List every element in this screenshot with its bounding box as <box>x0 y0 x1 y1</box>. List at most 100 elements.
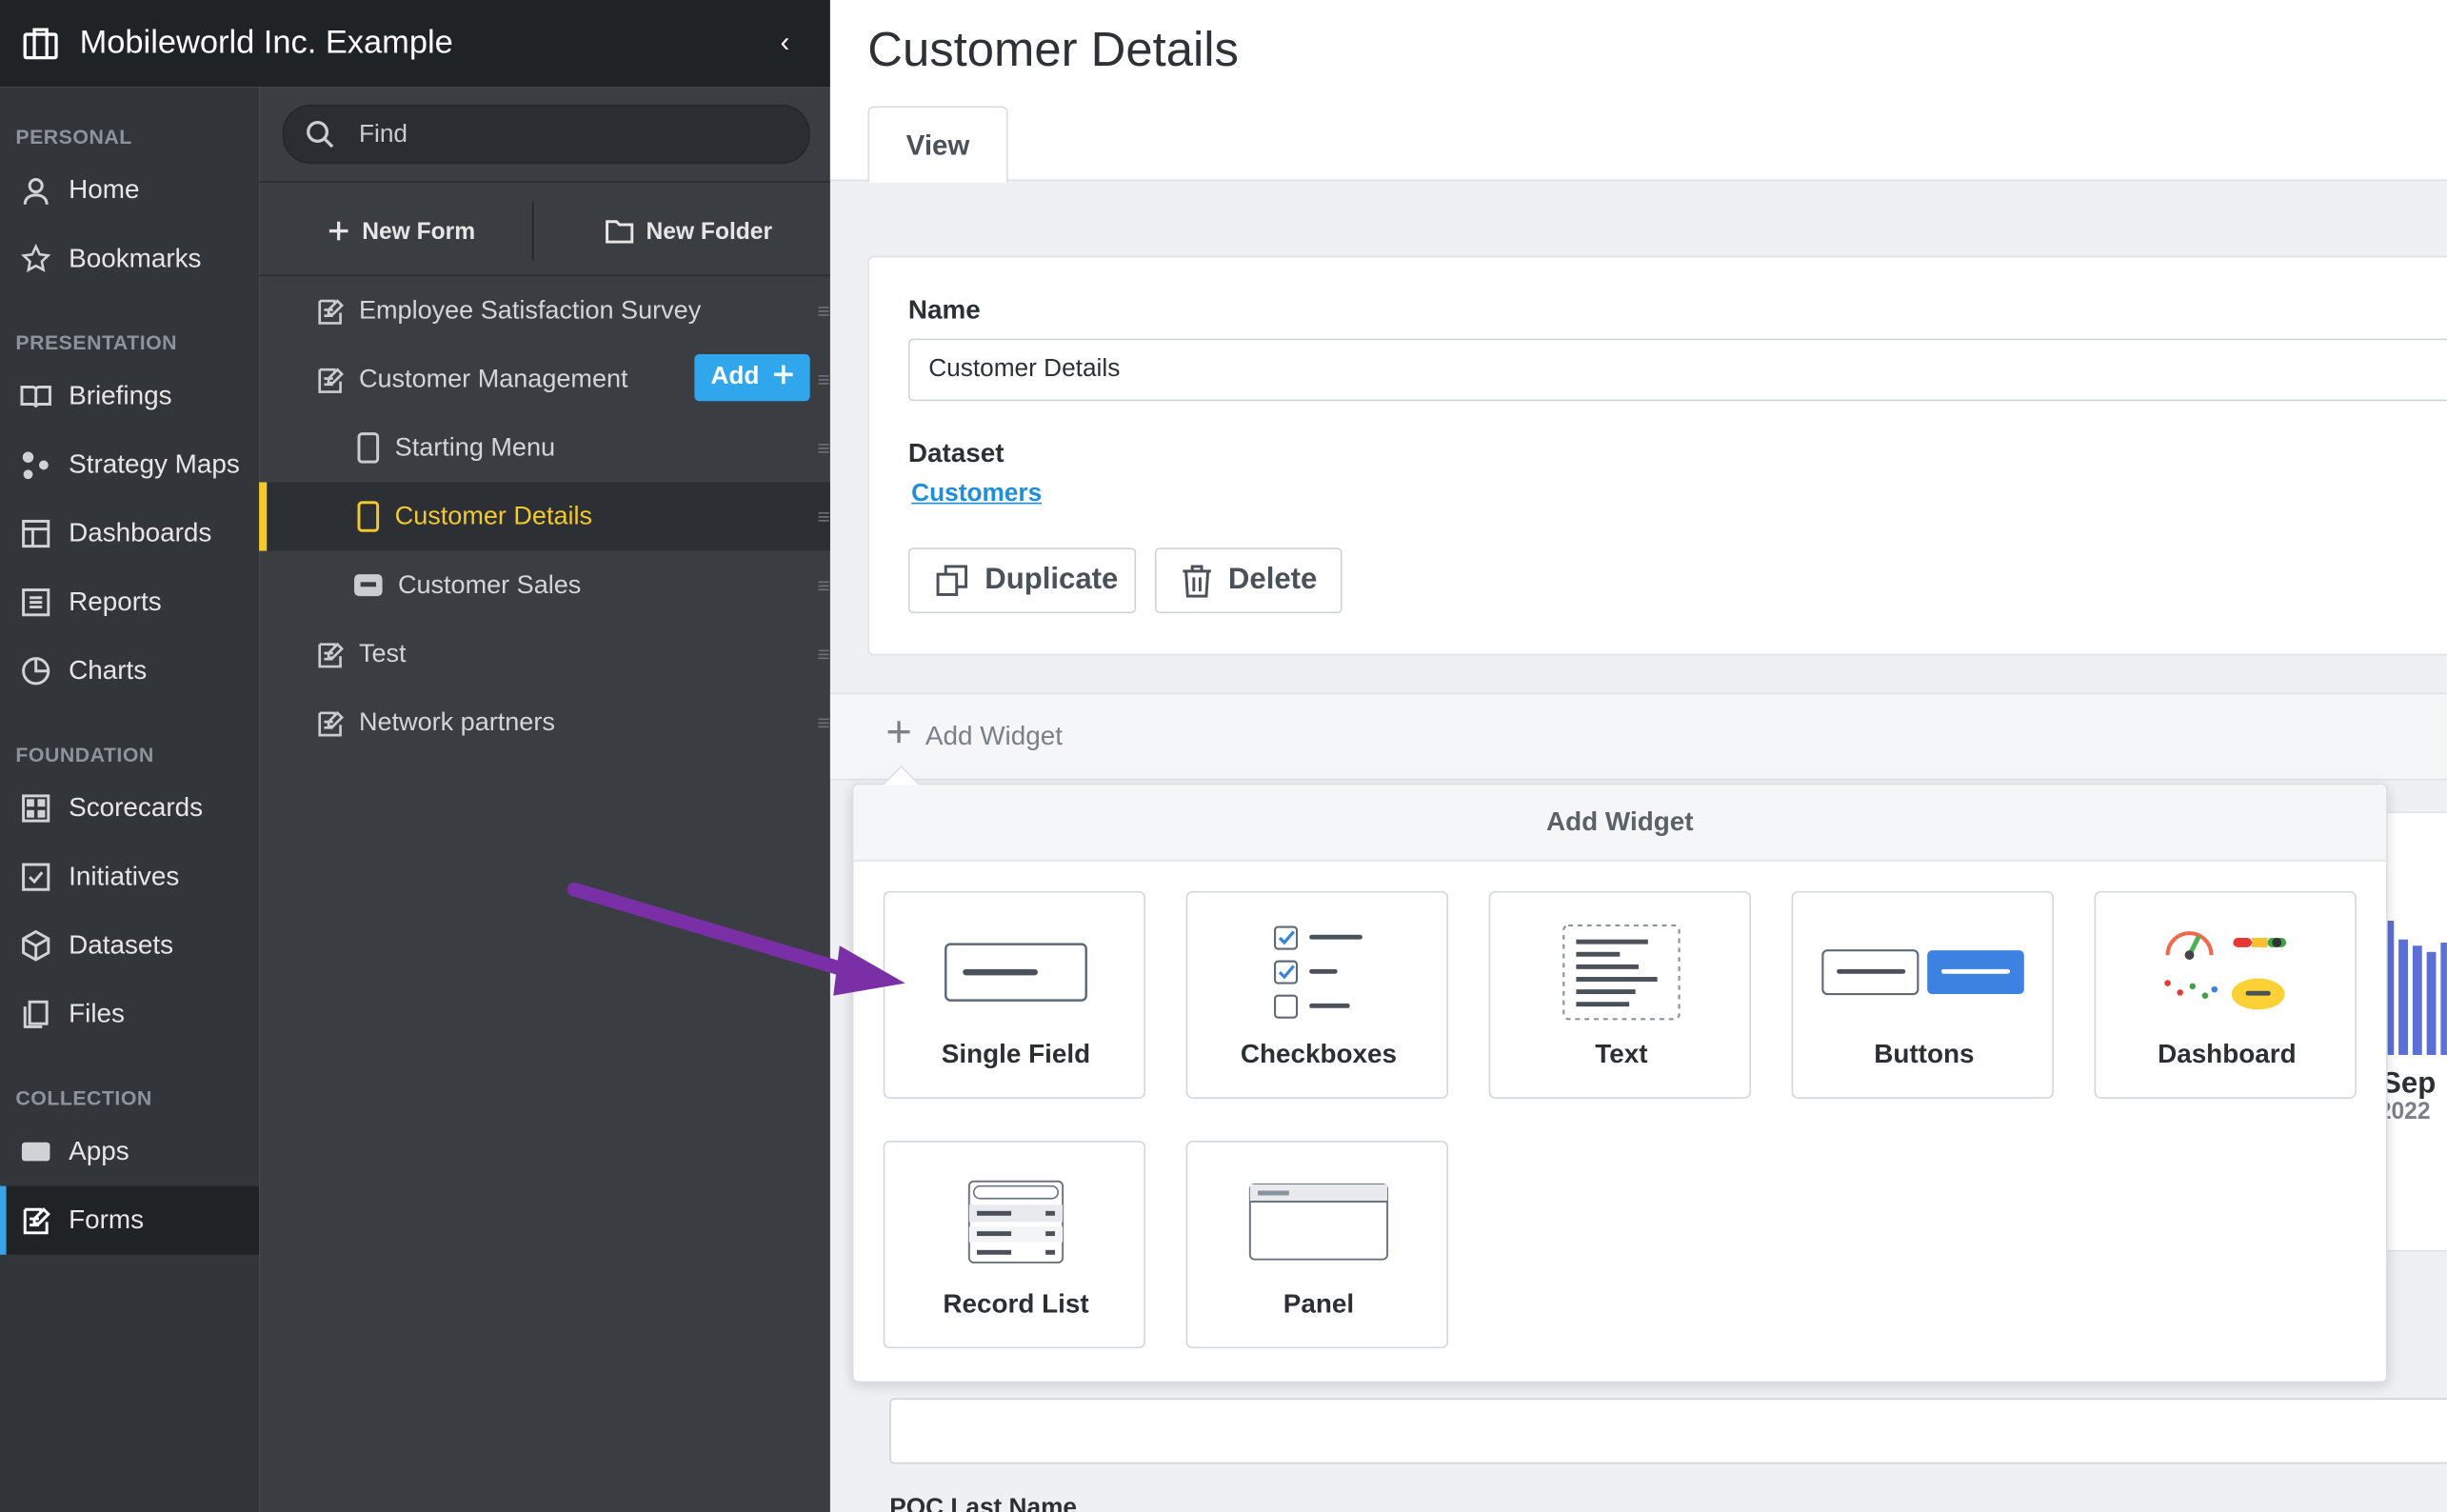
nav-item-briefings[interactable]: Briefings <box>0 362 259 430</box>
nav-label: Files <box>69 998 125 1029</box>
nav-item-apps[interactable]: Apps <box>0 1118 259 1186</box>
tab-view[interactable]: View <box>867 106 1008 183</box>
new-form-button[interactable]: New Form <box>328 212 475 249</box>
nav-item-home[interactable]: Home <box>0 156 259 225</box>
drag-handle-icon[interactable]: ≡ <box>818 435 830 460</box>
name-field[interactable] <box>907 338 2447 402</box>
book-icon <box>19 379 53 413</box>
widget-panel[interactable]: Panel <box>1185 1141 1448 1349</box>
dashboard-icon <box>2096 921 2357 1024</box>
page-header: Customer Details View <box>829 0 2447 183</box>
tree-item-label: Customer Sales <box>397 570 582 599</box>
nav-label: Briefings <box>69 380 172 411</box>
new-folder-label: New Folder <box>646 217 773 245</box>
tree-item-test[interactable]: Test ≡ <box>259 620 830 688</box>
report-icon <box>19 586 53 620</box>
tree-item-network-partners[interactable]: Network partners ≡ <box>259 688 830 757</box>
annotation-arrow-icon <box>567 882 905 996</box>
tree-item-label: Starting Menu <box>394 432 556 462</box>
nav-item-strategy-maps[interactable]: Strategy Maps <box>0 430 259 499</box>
nav-item-bookmarks[interactable]: Bookmarks <box>0 225 259 293</box>
nav-label: Home <box>69 174 140 205</box>
top-bar: Mobileworld Inc. Example ‹ <box>0 0 830 88</box>
nav-item-reports[interactable]: Reports <box>0 568 259 637</box>
search-box[interactable] <box>282 104 810 165</box>
nav-label: Apps <box>69 1136 129 1166</box>
checkboxes-icon <box>1187 921 1449 1024</box>
duplicate-label: Duplicate <box>985 563 1119 597</box>
collapse-chevron-icon[interactable]: ‹ <box>781 27 790 59</box>
add-widget-button[interactable]: Add Widget <box>886 720 1063 752</box>
tree-item-customer-sales[interactable]: Customer Sales ≡ <box>259 551 830 620</box>
record-list-icon <box>885 1170 1146 1273</box>
nav-section-personal: PERSONAL <box>15 125 132 149</box>
folder-icon <box>606 218 634 244</box>
form-icon <box>315 296 345 326</box>
drag-handle-icon[interactable]: ≡ <box>818 642 830 666</box>
drag-handle-icon[interactable]: ≡ <box>818 710 830 735</box>
widget-buttons[interactable]: Buttons <box>1791 890 2055 1099</box>
nav-label: Dashboards <box>69 518 212 548</box>
main-content: Customer Details View Name Dataset Custo… <box>829 0 2447 1512</box>
widget-label: Single Field <box>941 1039 1091 1069</box>
drag-handle-icon[interactable]: ≡ <box>818 367 830 391</box>
widget-label: Record List <box>943 1288 1089 1319</box>
nav-label: Datasets <box>69 929 174 960</box>
widget-dashboard[interactable]: Dashboard <box>2094 890 2357 1099</box>
nav-item-charts[interactable]: Charts <box>0 637 259 706</box>
nav-label: Reports <box>69 587 162 617</box>
drag-handle-icon[interactable]: ≡ <box>818 573 830 598</box>
form-properties-card: Name Dataset Customers Duplicate Delete <box>867 255 2447 656</box>
left-nav: PERSONAL Home Bookmarks PRESENTATION Bri… <box>0 87 260 1512</box>
nav-item-files[interactable]: Files <box>0 980 259 1048</box>
search-input[interactable] <box>355 115 784 156</box>
widget-label: Panel <box>1283 1288 1355 1319</box>
dashboard-icon <box>19 517 53 551</box>
widget-label: Text <box>1595 1039 1648 1069</box>
divider <box>259 181 830 183</box>
new-folder-button[interactable]: New Folder <box>606 212 772 249</box>
buttons-icon <box>1793 921 2055 1024</box>
popover-title: Add Widget <box>853 785 2387 862</box>
plus-icon <box>886 720 911 752</box>
star-icon <box>19 242 53 276</box>
nav-section-collection: COLLECTION <box>15 1085 152 1110</box>
tree-item-customer-details[interactable]: Customer Details ≡ <box>259 482 830 551</box>
page-icon <box>356 501 381 532</box>
widget-checkboxes[interactable]: Checkboxes <box>1185 890 1449 1099</box>
add-widget-bar: Add Widget <box>829 692 2447 781</box>
widget-record-list[interactable]: Record List <box>883 1141 1146 1349</box>
files-icon <box>19 997 53 1031</box>
nav-label: Initiatives <box>69 861 180 891</box>
nav-section-presentation: PRESENTATION <box>15 330 178 355</box>
nav-item-forms[interactable]: Forms <box>0 1185 260 1255</box>
tree-item-starting-menu[interactable]: Starting Menu ≡ <box>259 413 830 482</box>
add-widget-popover: Add Widget Single Field Checkboxes Text … <box>851 765 2388 1383</box>
nav-item-datasets[interactable]: Datasets <box>0 911 259 980</box>
background-bar <box>2412 945 2422 1055</box>
nav-section-foundation: FOUNDATION <box>15 743 154 766</box>
page-title: Customer Details <box>867 21 1239 77</box>
drag-handle-icon[interactable]: ≡ <box>818 504 830 528</box>
nav-label: Scorecards <box>69 792 204 823</box>
page-icon <box>356 432 381 464</box>
tree-item-employee-satisfaction-survey[interactable]: Employee Satisfaction Survey ≡ <box>259 276 830 345</box>
nav-item-scorecards[interactable]: Scorecards <box>0 774 259 843</box>
form-icon <box>315 707 345 737</box>
add-button[interactable]: Add <box>694 354 810 402</box>
background-field-input[interactable] <box>889 1398 2447 1464</box>
widget-single-field[interactable]: Single Field <box>883 890 1146 1099</box>
drag-handle-icon[interactable]: ≡ <box>818 298 830 323</box>
trash-icon <box>1182 564 1213 598</box>
duplicate-button[interactable]: Duplicate <box>907 547 1137 614</box>
widget-text[interactable]: Text <box>1488 890 1751 1099</box>
nav-item-initiatives[interactable]: Initiatives <box>0 843 259 911</box>
nav-item-dashboards[interactable]: Dashboards <box>0 499 259 567</box>
widget-label: Buttons <box>1874 1039 1975 1069</box>
scorecard-icon <box>19 791 53 826</box>
plus-icon <box>772 363 794 392</box>
delete-button[interactable]: Delete <box>1154 547 1343 614</box>
tree-item-label: Employee Satisfaction Survey <box>358 295 702 325</box>
dataset-link[interactable]: Customers <box>911 481 1042 509</box>
form-icon <box>315 365 345 394</box>
